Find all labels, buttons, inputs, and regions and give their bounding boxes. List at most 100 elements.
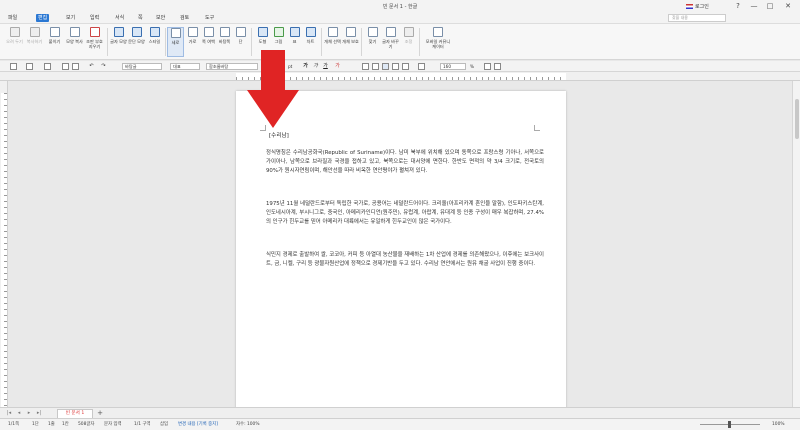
adjust-button[interactable]: 조정 <box>400 27 417 57</box>
style-select[interactable]: 바탕글 <box>122 63 162 70</box>
line-spacing-icon[interactable] <box>418 63 425 70</box>
style-button[interactable]: 스타일 <box>146 27 163 57</box>
open-folder-icon[interactable] <box>26 63 33 70</box>
object-select-button[interactable]: 개체 선택 <box>324 27 341 57</box>
style-icon <box>149 27 160 37</box>
title-bar: 빈 문서 1 - 한글 로그인 ? — □ ✕ <box>0 0 800 12</box>
ribbon-divider <box>107 28 108 56</box>
menu-page[interactable]: 쪽 <box>136 14 145 22</box>
find-button[interactable]: 찾기 <box>364 27 381 57</box>
paste-icon <box>49 27 60 37</box>
zoom-select[interactable]: 160 <box>440 63 466 70</box>
menu-tools[interactable]: 도구 <box>203 14 216 22</box>
page-margin-button[interactable]: 쪽 여백 <box>200 27 217 57</box>
menu-review[interactable]: 검토 <box>178 14 191 22</box>
decrease-indent-icon[interactable] <box>494 63 501 70</box>
object-protect-icon <box>345 27 356 37</box>
vertical-ruler[interactable] <box>0 81 8 407</box>
para-shape-button[interactable]: 문단 모양 <box>128 27 145 57</box>
status-tracking: 자수: 100% <box>236 422 260 427</box>
para-shape-icon <box>131 27 142 37</box>
mobile-icon <box>433 27 443 37</box>
clear-format-button[interactable]: 조판 부호 지우기 <box>86 27 103 57</box>
replace-button[interactable]: 글자 바꾸기 <box>382 27 399 57</box>
picture-icon <box>273 27 284 37</box>
tab-last-icon[interactable]: ▸| <box>36 410 42 417</box>
status-input-mode: 문자 입력 <box>104 422 122 427</box>
align-justify-icon[interactable] <box>362 63 369 70</box>
copy-button[interactable]: 복사하기 <box>26 27 43 57</box>
align-center-icon[interactable] <box>382 63 389 70</box>
document-canvas[interactable]: [수리남] 정식명칭은 수리남공화국(Republic of Suriname)… <box>8 81 792 407</box>
status-zoom: 100% <box>772 422 785 427</box>
font-color-icon[interactable]: 가 <box>334 63 341 70</box>
status-zone: 1/1 구역 <box>134 422 151 427</box>
tab-document-1[interactable]: 빈 문서 1 <box>57 409 93 418</box>
tab-next-icon[interactable]: ▸ <box>26 410 32 417</box>
increase-indent-icon[interactable] <box>484 63 491 70</box>
paste-button[interactable]: 붙이기 <box>46 27 63 57</box>
menu-format[interactable]: 서식 <box>113 14 126 22</box>
redo-icon[interactable]: ↷ <box>100 63 107 70</box>
document-heading[interactable]: [수리남] <box>269 131 289 139</box>
help-button[interactable]: ? <box>732 1 744 11</box>
chart-button[interactable]: 차트 <box>302 27 319 57</box>
paragraph-3[interactable]: 식민지 경제로 출발하여 쌀, 코코아, 커피 등 아열대 농산물을 재배하는 … <box>266 251 544 269</box>
align-left-icon[interactable] <box>372 63 379 70</box>
document-tab-bar: |◂ ◂ ▸ ▸| 빈 문서 1 + <box>0 407 800 418</box>
new-doc-icon[interactable] <box>10 63 17 70</box>
status-track-changes[interactable]: 변경 내용 [기록 중지] <box>178 422 218 428</box>
align-distribute-icon[interactable] <box>402 63 409 70</box>
underline-icon[interactable]: 가 <box>322 63 329 70</box>
status-line: 1줄 <box>48 422 55 427</box>
minimize-button[interactable]: — <box>748 1 760 11</box>
bold-icon[interactable]: 가 <box>302 63 309 70</box>
close-button[interactable]: ✕ <box>782 1 794 11</box>
maximize-button[interactable]: □ <box>764 1 776 11</box>
status-char-count: 508글자 <box>78 422 95 427</box>
portrait-button[interactable]: 세로 <box>167 27 184 57</box>
master-page-button[interactable]: 바탕쪽 <box>216 27 233 57</box>
status-insert-mode[interactable]: 삽입 <box>160 422 168 428</box>
italic-icon[interactable]: 가 <box>312 63 319 70</box>
login-button[interactable]: 로그인 <box>686 2 709 10</box>
landscape-button[interactable]: 가로 <box>184 27 201 57</box>
red-arrow-icon <box>247 50 299 128</box>
cut-button[interactable]: 오려 두기 <box>6 27 23 57</box>
columns-icon <box>235 27 246 37</box>
help-search-input[interactable]: 찾을 내용 <box>668 14 726 22</box>
tab-first-icon[interactable]: |◂ <box>6 410 12 417</box>
menu-bar: 파일 편집 보기 입력 서식 쪽 보안 검토 도구 찾을 내용 <box>0 12 800 24</box>
add-tab-button[interactable]: + <box>96 409 104 418</box>
document-page[interactable]: [수리남] 정식명칭은 수리남공화국(Republic of Suriname)… <box>236 91 566 407</box>
scrollbar-thumb[interactable] <box>795 99 799 139</box>
menu-security[interactable]: 보안 <box>154 14 167 22</box>
format-painter-button[interactable]: 모양 복사 <box>66 27 83 57</box>
print-icon[interactable] <box>62 63 69 70</box>
undo-icon[interactable]: ↶ <box>88 63 95 70</box>
master-page-icon <box>219 27 230 37</box>
clear-format-icon <box>89 27 100 37</box>
margin-corner-mark <box>534 125 540 131</box>
align-right-icon[interactable] <box>392 63 399 70</box>
object-protect-button[interactable]: 개체 보호 <box>342 27 359 57</box>
mobile-communicator-button[interactable]: 모바일 커뮤니케이터 <box>424 27 452 57</box>
vertical-scrollbar[interactable] <box>792 81 800 407</box>
find-icon <box>367 27 378 37</box>
paragraph-1[interactable]: 정식명칭은 수리남공화국(Republic of Suriname)이다. 남미… <box>266 149 544 176</box>
font-lang-select[interactable]: 대표 <box>170 63 200 70</box>
horizontal-ruler[interactable] <box>0 72 800 81</box>
save-icon[interactable] <box>44 63 51 70</box>
menu-file[interactable]: 파일 <box>6 14 19 22</box>
tab-prev-icon[interactable]: ◂ <box>16 410 22 417</box>
zoom-slider-handle[interactable] <box>728 421 731 428</box>
menu-insert[interactable]: 입력 <box>88 14 101 22</box>
paragraph-2[interactable]: 1975년 11월 네덜란드로부터 독립한 국가로, 공용어는 네덜란드어이다.… <box>266 200 544 227</box>
preview-icon[interactable] <box>72 63 79 70</box>
page-margin-icon <box>203 27 214 37</box>
replace-icon <box>385 27 396 37</box>
menu-edit[interactable]: 편집 <box>36 14 50 22</box>
zoom-unit: % <box>470 64 474 69</box>
char-shape-button[interactable]: 글자 모양 <box>110 27 127 57</box>
menu-view[interactable]: 보기 <box>64 14 77 22</box>
